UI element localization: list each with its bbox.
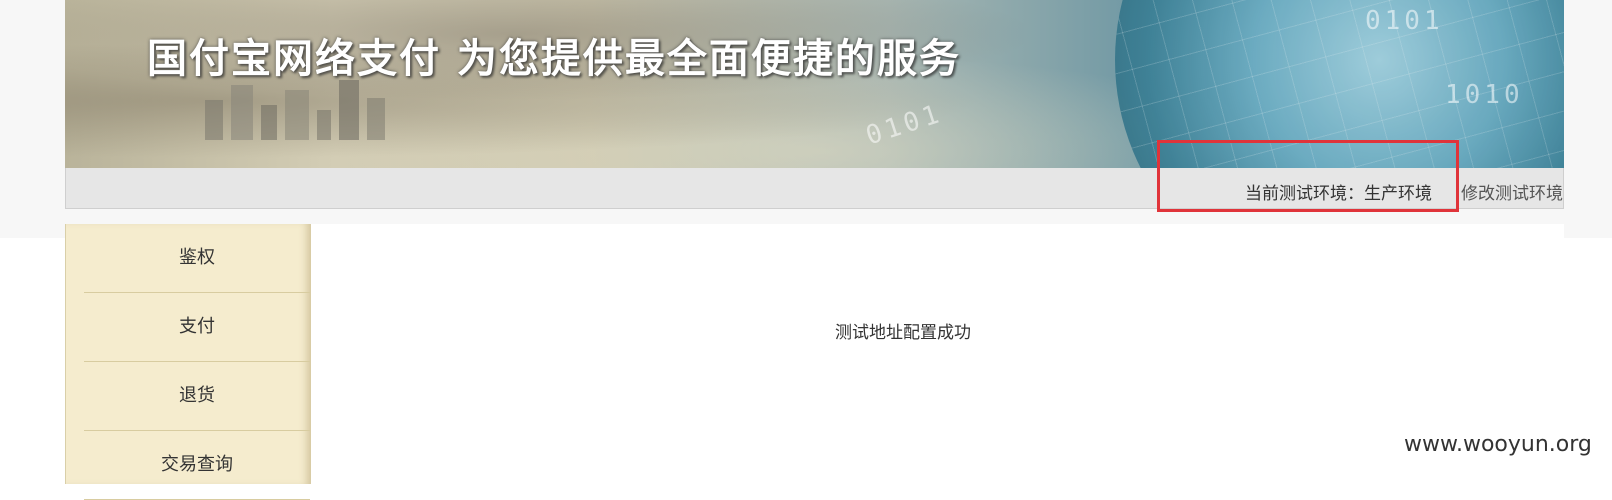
edit-environment-link[interactable]: 修改测试环境 xyxy=(1461,179,1563,204)
sidebar-item-transaction-query[interactable]: 交易查询 xyxy=(84,431,310,500)
sidebar-item-auth[interactable]: 鉴权 xyxy=(84,224,310,293)
highlight-annotation-box xyxy=(1157,140,1459,212)
banner-binary-decor: 0101 xyxy=(1365,6,1444,36)
sidebar-item-refund[interactable]: 退货 xyxy=(84,362,310,431)
banner-binary-decor: 1010 xyxy=(1445,80,1524,110)
success-message: 测试地址配置成功 xyxy=(835,323,971,343)
sidebar-menu: 鉴权 支付 退货 交易查询 xyxy=(65,224,311,500)
sidebar-item-payment[interactable]: 支付 xyxy=(84,293,310,362)
banner-title: 国付宝网络支付 为您提供最全面便捷的服务 xyxy=(147,36,961,82)
banner-buildings-image xyxy=(205,80,425,140)
watermark-text: www.wooyun.org xyxy=(1404,432,1592,457)
